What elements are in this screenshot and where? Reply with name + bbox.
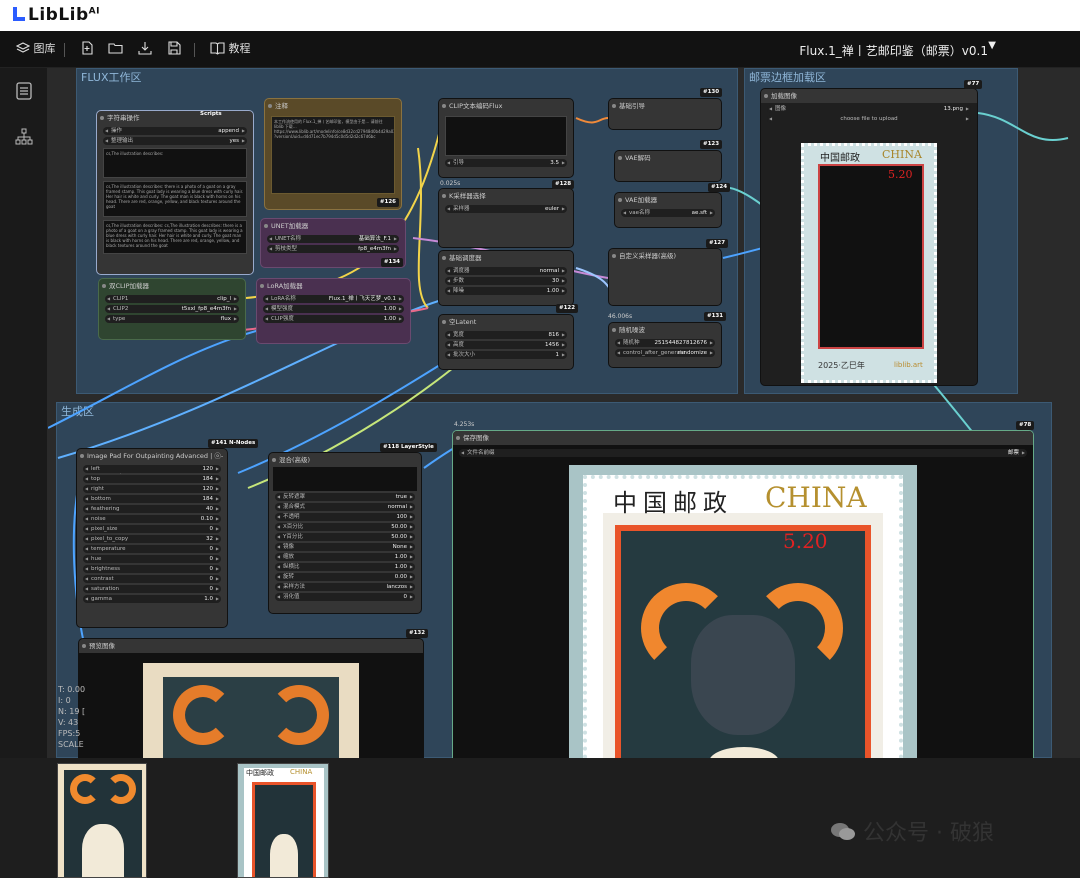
widget-row[interactable]: 反转遮罩true — [275, 493, 415, 501]
node-lora-loader[interactable]: LoRA加载器 LoRA名称Flux.1_禅丨飞天艺梦_v0.1 模型强度1.0… — [256, 278, 411, 344]
gallery-button[interactable]: 图库 — [15, 41, 56, 57]
widget-row[interactable]: contrast0 — [83, 575, 221, 583]
stat-line: N: 19 [ — [58, 707, 86, 716]
node-basic-scheduler[interactable]: 基础调度器 调度器normal 步数30 降噪1.00 — [438, 250, 574, 306]
gallery-thumb-1[interactable] — [57, 763, 147, 878]
widget-row[interactable]: left120 — [83, 465, 221, 473]
queue-list-icon[interactable] — [16, 82, 32, 100]
node-load-image[interactable]: 加载图像 图像13.png choose file to upload 中国邮政… — [760, 88, 978, 386]
top-bar: LibLibAI — [0, 0, 1080, 31]
widget-row[interactable]: 纵横比1.00 — [275, 563, 415, 571]
output-stamp-image: 中国邮政 CHINA 5.20 — [569, 465, 917, 758]
widget-row[interactable]: bottom184 — [83, 495, 221, 503]
widget-row[interactable]: 羽化值0 — [275, 593, 415, 601]
node-ksampler-select[interactable]: K采样器选择 采样器euler — [438, 188, 574, 248]
widget-row[interactable]: 采样方法lanczos — [275, 583, 415, 591]
workflow-title[interactable]: Flux.1_禅丨艺邮印鉴（邮票）v0.1 — [799, 42, 988, 59]
sidebar — [0, 68, 48, 758]
stat-line: SCALE — [58, 740, 84, 749]
widget-row[interactable]: noise0.10 — [83, 515, 221, 523]
node-note[interactable]: 注释 本工作流使用的 Flux.1_禅丨艺邮印鉴，模型由于是… 请前往 libl… — [264, 98, 402, 210]
book-icon — [210, 42, 225, 55]
widget-row[interactable]: right120 — [83, 485, 221, 493]
stat-line: I: 0 — [58, 696, 71, 705]
widget-row[interactable]: pixel_to_copy32 — [83, 535, 221, 543]
canvas-stats: T: 0.00 I: 0 N: 19 [ V: 43 FPS:5 SCALE — [58, 684, 85, 750]
liblib-logo-icon — [13, 7, 25, 21]
open-folder-icon[interactable] — [108, 41, 123, 57]
widget-row[interactable]: 缩放1.00 — [275, 553, 415, 561]
node-image-pad-outpainting[interactable]: Image Pad For Outpainting Advanced | ⓞ-ⓞ… — [76, 448, 228, 628]
logo[interactable]: LibLibAI — [12, 5, 100, 25]
node-library-icon[interactable] — [15, 128, 33, 146]
node-random-noise[interactable]: 随机噪波 随机种251544827812676 control_after_ge… — [608, 322, 722, 368]
widget-row[interactable]: gamma1.0 — [83, 595, 221, 603]
widget-row[interactable]: X百分比50.00 — [275, 523, 415, 531]
widget-row[interactable]: 旋转0.00 — [275, 573, 415, 581]
stat-line: V: 43 — [58, 718, 79, 727]
node-basic-guider[interactable]: 基础引导 — [608, 98, 722, 130]
node-clip-text-flux[interactable]: CLIP文本编码Flux #135 引导3.5 — [438, 98, 574, 178]
text-b[interactable]: cs,The illustration describes: there is … — [103, 181, 247, 217]
text-out: cs,The illustration describes: cs,The il… — [103, 220, 247, 254]
widget-row[interactable]: feathering40 — [83, 505, 221, 513]
new-file-icon[interactable] — [80, 41, 94, 57]
stat-line: T: 0.00 — [58, 685, 86, 694]
text-a[interactable]: cs,The illustration describes: — [103, 148, 247, 178]
clean-select[interactable]: 整理输出yes — [103, 137, 247, 145]
widget-row[interactable]: 镜像None — [275, 543, 415, 551]
widget-row[interactable]: hue0 — [83, 555, 221, 563]
toolbar-divider — [64, 43, 65, 57]
node-blend-advanced[interactable]: 混合(高级) 反转遮罩true混合模式normal不透明100X百分比50.00… — [268, 452, 422, 614]
save-icon[interactable] — [167, 41, 181, 57]
stamp-frame-image: 中国邮政 CHINA 5.20 2025·乙巳年 liblib.art — [801, 143, 937, 383]
node-vae-decode[interactable]: VAE解码 — [614, 150, 722, 182]
wechat-icon — [831, 823, 855, 840]
node-canvas[interactable]: FLUX工作区 邮票边框加载区 生成区 字符串操作 #133 Custom-Sc… — [48, 68, 1080, 758]
gallery-thumb-2[interactable]: 中国邮政 CHINA — [237, 763, 329, 878]
upload-button[interactable]: choose file to upload — [767, 115, 971, 123]
node-save-image[interactable]: 保存图像 文件名前缀邮票 中国邮政 CHINA 5.20 — [452, 430, 1034, 758]
node-preview-image[interactable]: 预览图像 — [78, 638, 424, 758]
tutorial-button[interactable]: 教程 — [210, 41, 251, 57]
widget-row[interactable]: Y百分比50.00 — [275, 533, 415, 541]
node-string-operation[interactable]: 字符串操作 #133 Custom-Scripts 操作append 整理输出y… — [96, 110, 254, 275]
widget-row[interactable]: saturation0 — [83, 585, 221, 593]
unet-name-select[interactable]: UNET名称基础算法_F.1 — [267, 235, 399, 243]
chevron-down-icon[interactable]: ▼ — [988, 40, 996, 51]
download-icon[interactable] — [138, 41, 152, 57]
preview-image — [143, 663, 359, 758]
toolbar: 图库 教程 Flux.1_禅丨艺邮印鉴（邮票）v0.1 ▼ — [0, 31, 1080, 68]
node-empty-latent[interactable]: 空Latent 宽度816 高度1456 批次大小1 — [438, 314, 574, 370]
widget-row[interactable]: pixel_size0 — [83, 525, 221, 533]
unet-dtype-select[interactable]: 剪枝类型fp8_e4m3fn — [267, 245, 399, 253]
node-custom-sampler-advanced[interactable]: 自定义采样器(高级) — [608, 248, 722, 306]
wechat-watermark: 公众号 · 破狼 — [830, 815, 994, 847]
node-unet-loader[interactable]: UNET加载器 UNET名称基础算法_F.1 剪枝类型fp8_e4m3fn #1… — [260, 218, 406, 268]
widget-row[interactable]: temperature0 — [83, 545, 221, 553]
node-vae-loader[interactable]: VAE加载器 vae名称ae.sft — [614, 192, 722, 228]
toolbar-divider — [194, 43, 195, 57]
layers-icon — [15, 42, 31, 53]
widget-row[interactable]: 混合模式normal — [275, 503, 415, 511]
stat-line: FPS:5 — [58, 729, 81, 738]
widget-row[interactable]: brightness0 — [83, 565, 221, 573]
widget-row[interactable]: top184 — [83, 475, 221, 483]
node-dual-clip-loader[interactable]: 双CLIP加载器 CLIP1clip_l CLIP2t5xxl_fp8_e4m3… — [98, 278, 246, 340]
op-select[interactable]: 操作append — [103, 127, 247, 135]
widget-row[interactable]: 不透明100 — [275, 513, 415, 521]
